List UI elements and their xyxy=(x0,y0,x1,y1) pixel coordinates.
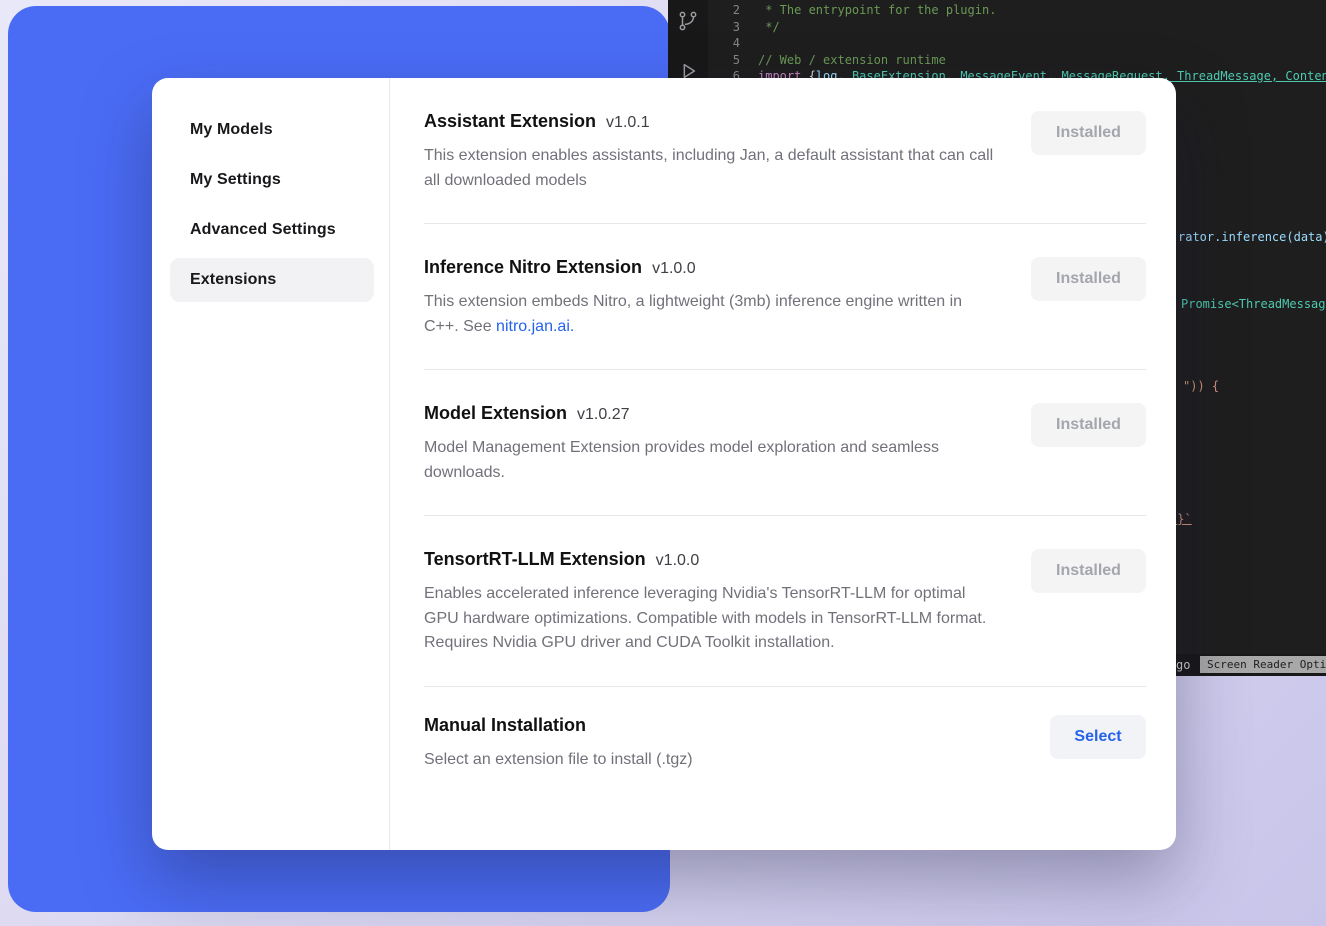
line-number: 4 xyxy=(724,35,740,52)
screen-reader-badge[interactable]: Screen Reader Optimize xyxy=(1200,656,1326,673)
installed-button[interactable]: Installed xyxy=(1031,403,1146,447)
installed-button[interactable]: Installed xyxy=(1031,111,1146,155)
extension-version: v1.0.27 xyxy=(577,406,629,424)
extension-title: Inference Nitro Extension xyxy=(424,257,642,278)
extension-row-tensorrt: TensortRT-LLM Extension v1.0.0 Enables a… xyxy=(424,516,1146,686)
source-control-icon[interactable] xyxy=(677,10,699,32)
sidebar-item-label: My Settings xyxy=(190,171,281,189)
code-fragment: Promise<ThreadMessage> xyxy=(1181,297,1326,311)
select-file-button[interactable]: Select xyxy=(1050,715,1146,759)
installed-button[interactable]: Installed xyxy=(1031,257,1146,301)
extension-row-model: Model Extension v1.0.27 Model Management… xyxy=(424,370,1146,515)
code-text: * The entrypoint for the plugin. xyxy=(758,2,996,19)
sidebar-item-advanced-settings[interactable]: Advanced Settings xyxy=(170,208,374,252)
extension-heading: Manual Installation xyxy=(424,715,693,736)
extension-info: TensortRT-LLM Extension v1.0.0 Enables a… xyxy=(424,549,999,656)
settings-sidebar: My Models My Settings Advanced Settings … xyxy=(152,78,390,850)
extension-description: This extension embeds Nitro, a lightweig… xyxy=(424,290,999,339)
line-number: 2 xyxy=(724,2,740,19)
code-area: 2 * The entrypoint for the plugin. 3 */ … xyxy=(724,2,1326,85)
code-line: 2 * The entrypoint for the plugin. xyxy=(724,2,1326,19)
extension-title: Model Extension xyxy=(424,403,567,424)
line-number: 5 xyxy=(724,52,740,69)
extension-row-nitro: Inference Nitro Extension v1.0.0 This ex… xyxy=(424,224,1146,369)
code-fragment: rator.inference(data)); xyxy=(1178,230,1326,244)
extension-info: Inference Nitro Extension v1.0.0 This ex… xyxy=(424,257,999,339)
manual-installation-title: Manual Installation xyxy=(424,715,586,736)
extensions-panel: Assistant Extension v1.0.1 This extensio… xyxy=(390,78,1176,850)
extension-info: Assistant Extension v1.0.1 This extensio… xyxy=(424,111,999,193)
sidebar-item-label: Advanced Settings xyxy=(190,221,336,239)
extension-title: Assistant Extension xyxy=(424,111,596,132)
extension-heading: Inference Nitro Extension v1.0.0 xyxy=(424,257,999,278)
code-line: 5 // Web / extension runtime xyxy=(724,52,1326,69)
code-line: 4 xyxy=(724,35,1326,52)
sidebar-item-my-models[interactable]: My Models xyxy=(170,108,374,152)
extension-row-assistant: Assistant Extension v1.0.1 This extensio… xyxy=(424,78,1146,223)
settings-modal: My Models My Settings Advanced Settings … xyxy=(152,78,1176,850)
manual-installation-description: Select an extension file to install (.tg… xyxy=(424,748,693,773)
sidebar-item-extensions[interactable]: Extensions xyxy=(170,258,374,302)
code-line: 3 */ xyxy=(724,19,1326,36)
extension-version: v1.0.0 xyxy=(652,260,696,278)
extension-info: Model Extension v1.0.27 Model Management… xyxy=(424,403,999,485)
extension-title: TensortRT-LLM Extension xyxy=(424,549,646,570)
extension-description: This extension enables assistants, inclu… xyxy=(424,144,999,193)
code-text: */ xyxy=(758,19,780,36)
extension-description: Model Management Extension provides mode… xyxy=(424,436,999,485)
manual-installation-row: Manual Installation Select an extension … xyxy=(424,687,1146,773)
extension-version: v1.0.0 xyxy=(656,552,700,570)
sidebar-item-label: Extensions xyxy=(190,271,276,289)
code-fragment: ")) { xyxy=(1183,379,1219,393)
extension-heading: TensortRT-LLM Extension v1.0.0 xyxy=(424,549,999,570)
sidebar-item-my-settings[interactable]: My Settings xyxy=(170,158,374,202)
nitro-jan-ai-link[interactable]: nitro.jan.ai. xyxy=(496,318,574,335)
extension-heading: Assistant Extension v1.0.1 xyxy=(424,111,999,132)
installed-button[interactable]: Installed xyxy=(1031,549,1146,593)
code-text: // Web / extension runtime xyxy=(758,52,946,69)
line-number: 3 xyxy=(724,19,740,36)
extension-version: v1.0.1 xyxy=(606,114,650,132)
extension-info: Manual Installation Select an extension … xyxy=(424,715,693,773)
extension-description: Enables accelerated inference leveraging… xyxy=(424,582,999,656)
sidebar-item-label: My Models xyxy=(190,121,273,139)
statusbar-text: go xyxy=(1176,658,1190,672)
extension-heading: Model Extension v1.0.27 xyxy=(424,403,999,424)
